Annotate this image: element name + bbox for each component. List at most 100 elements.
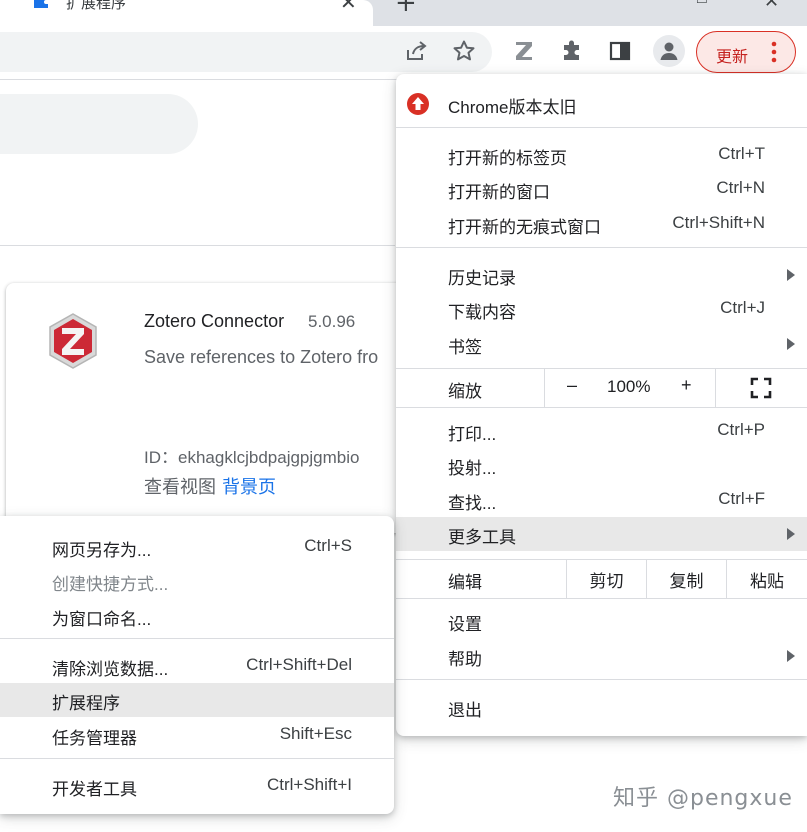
menu-item-label: 打开新的窗口: [448, 183, 550, 202]
tab-strip: 扩展程序 ✕ + □ ✕: [0, 0, 807, 26]
menu-item-task-manager[interactable]: 任务管理器 Shift+Esc: [0, 718, 394, 752]
menu-item-print[interactable]: 打印... Ctrl+P: [396, 414, 807, 448]
share-icon[interactable]: [403, 38, 429, 64]
update-arrow-icon: [407, 93, 429, 115]
update-warning-item[interactable]: Chrome版本太旧: [396, 87, 807, 121]
menu-item-settings[interactable]: 设置: [396, 604, 807, 638]
menu-item-shortcut: Ctrl+N: [716, 178, 765, 197]
menu-item-shortcut: Ctrl+Shift+I: [266, 775, 352, 794]
tab-close-icon[interactable]: ✕: [340, 0, 357, 14]
menu-item-label: 开发者工具: [52, 780, 137, 799]
tab-extensions[interactable]: 扩展程序 ✕: [0, 0, 373, 26]
zoom-in-button[interactable]: +: [681, 375, 692, 396]
menu-item-label: 设置: [448, 615, 482, 634]
update-warning-label: Chrome版本太旧: [448, 98, 577, 117]
menu-item-label: 网页另存为...: [52, 541, 152, 560]
menu-item-developer-tools[interactable]: 开发者工具 Ctrl+Shift+I: [0, 769, 394, 803]
menu-item-label: 打开新的无痕式窗口: [448, 218, 601, 237]
menu-item-exit[interactable]: 退出: [396, 690, 807, 724]
menu-item-label: 投射...: [448, 459, 497, 478]
zotero-icon[interactable]: [511, 38, 537, 64]
extension-id: ID：ekhagklcjbdpajgpjgmbio: [144, 448, 360, 467]
views-label: 查看视图: [144, 477, 216, 497]
window-maximize-icon[interactable]: □: [697, 0, 707, 8]
menu-item-label: 创建快捷方式...: [52, 575, 169, 594]
menu-item-label: 历史记录: [448, 269, 516, 288]
menu-item-save-page[interactable]: 网页另存为... Ctrl+S: [0, 530, 394, 564]
menu-item-label: 更多工具: [448, 528, 516, 547]
menu-item-label: 帮助: [448, 650, 482, 669]
menu-separator: [396, 679, 807, 680]
zoom-row: 缩放 – 100% +: [396, 369, 807, 407]
menu-item-label: 打印...: [448, 425, 497, 444]
edit-label: 编辑: [448, 573, 482, 592]
zotero-logo-icon: [49, 313, 97, 369]
menu-item-label: 打开新的标签页: [448, 149, 567, 168]
menu-item-new-tab[interactable]: 打开新的标签页 Ctrl+T: [396, 138, 807, 172]
update-label: 更新: [716, 49, 749, 66]
profile-avatar-icon[interactable]: [653, 35, 685, 67]
new-tab-icon[interactable]: +: [395, 0, 417, 18]
menu-item-label: 为窗口命名...: [52, 610, 152, 629]
update-button[interactable]: 更新: [696, 31, 796, 73]
menu-item-help[interactable]: 帮助: [396, 639, 807, 673]
menu-item-label: 查找...: [448, 494, 497, 513]
menu-item-downloads[interactable]: 下载内容 Ctrl+J: [396, 292, 807, 326]
submenu-arrow-icon: [787, 269, 795, 281]
chrome-main-menu: Chrome版本太旧 打开新的标签页 Ctrl+T 打开新的窗口 Ctrl+N …: [396, 74, 807, 736]
extension-name: Zotero Connector: [144, 311, 285, 331]
menu-item-clear-data[interactable]: 清除浏览数据... Ctrl+Shift+Del: [0, 649, 394, 683]
menu-item-name-window[interactable]: 为窗口命名...: [0, 599, 394, 633]
menu-item-shortcut: Ctrl+F: [718, 489, 765, 508]
menu-item-label: 任务管理器: [52, 729, 137, 748]
edit-row: 编辑 剪切 复制 粘贴: [396, 560, 807, 598]
menu-separator: [396, 247, 807, 248]
menu-item-more-tools[interactable]: 更多工具: [396, 517, 807, 551]
bookmark-star-icon[interactable]: [451, 38, 477, 64]
watermark: 知乎 @pengxue: [613, 786, 793, 811]
menu-item-label: 下载内容: [448, 303, 516, 322]
side-panel-icon[interactable]: [607, 38, 633, 64]
menu-item-shortcut: Ctrl+S: [304, 536, 352, 555]
menu-item-shortcut: Shift+Esc: [279, 724, 352, 743]
zoom-out-button[interactable]: –: [567, 375, 577, 396]
toolbar: 更新: [0, 26, 807, 80]
menu-separator: [396, 407, 807, 408]
background-page-link[interactable]: 背景页: [222, 477, 276, 497]
menu-separator: [0, 758, 394, 759]
menu-item-extensions[interactable]: 扩展程序: [0, 683, 394, 717]
menu-item-cast[interactable]: 投射...: [396, 448, 807, 482]
zoom-level: 100%: [607, 377, 651, 396]
submenu-arrow-icon: [787, 528, 795, 540]
extensions-search-bar[interactable]: [0, 94, 198, 154]
menu-item-shortcut: Ctrl+Shift+N: [672, 213, 765, 232]
menu-item-bookmarks[interactable]: 书签: [396, 327, 807, 361]
extensions-icon[interactable]: [559, 38, 585, 64]
cut-button[interactable]: 剪切: [566, 560, 646, 598]
extension-views: 查看视图 背景页: [144, 473, 276, 499]
menu-item-new-window[interactable]: 打开新的窗口 Ctrl+N: [396, 172, 807, 206]
paste-button[interactable]: 粘贴: [726, 560, 807, 598]
submenu-arrow-icon: [787, 650, 795, 662]
menu-item-label: 清除浏览数据...: [52, 660, 169, 679]
tab-title: 扩展程序: [66, 0, 127, 12]
window-close-icon[interactable]: ✕: [764, 0, 779, 12]
menu-item-shortcut: Ctrl+P: [717, 420, 765, 439]
menu-separator: [396, 598, 807, 599]
menu-item-shortcut: Ctrl+J: [720, 298, 765, 317]
page-divider: [0, 245, 395, 246]
extension-description: Save references to Zotero fro: [144, 347, 379, 367]
more-vert-icon: [771, 41, 777, 63]
zoom-label: 缩放: [448, 382, 482, 401]
extension-version: 5.0.96: [308, 312, 356, 331]
menu-item-shortcut: Ctrl+Shift+Del: [246, 655, 352, 674]
fullscreen-icon[interactable]: [750, 377, 772, 399]
menu-separator: [396, 127, 807, 128]
menu-item-find[interactable]: 查找... Ctrl+F: [396, 483, 807, 517]
zoom-controls: – 100% +: [544, 369, 716, 407]
menu-item-history[interactable]: 历史记录: [396, 258, 807, 292]
menu-item-incognito[interactable]: 打开新的无痕式窗口 Ctrl+Shift+N: [396, 207, 807, 241]
copy-button[interactable]: 复制: [646, 560, 726, 598]
more-tools-submenu: 网页另存为... Ctrl+S 创建快捷方式... 为窗口命名... 清除浏览数…: [0, 516, 394, 814]
menu-item-label: 扩展程序: [52, 694, 120, 713]
